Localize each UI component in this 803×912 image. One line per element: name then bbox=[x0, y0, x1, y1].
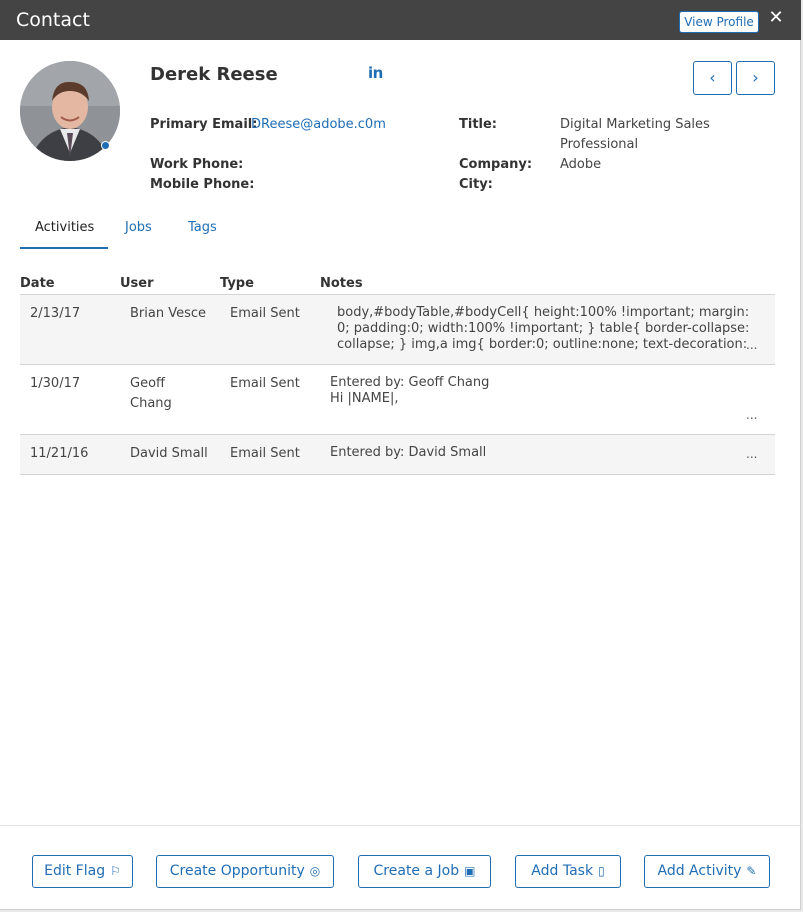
tab-tags[interactable]: Tags bbox=[188, 220, 217, 235]
target-icon: ◎ bbox=[309, 864, 321, 878]
primary-email-label: Primary Email: bbox=[150, 117, 258, 132]
row-notes: Entered by: David Small bbox=[330, 445, 487, 460]
close-icon[interactable]: ✕ bbox=[766, 6, 786, 30]
company-value: Adobe bbox=[560, 157, 602, 172]
row-date: 1/30/17 bbox=[30, 376, 81, 391]
add-task-button[interactable]: Add Task ▯ bbox=[515, 855, 621, 888]
row-user: David Small bbox=[130, 446, 208, 461]
row-user-line1: Geoff bbox=[130, 376, 165, 391]
row-type: Email Sent bbox=[230, 376, 300, 391]
contact-modal: Contact View Profile ✕ Derek Reese in ‹ … bbox=[0, 0, 801, 910]
clipboard-icon: ▯ bbox=[598, 864, 605, 878]
title-value-line2: Professional bbox=[560, 137, 639, 152]
row-notes: body,#bodyTable,#bodyCell{ height:100% !… bbox=[337, 305, 750, 352]
company-label: Company: bbox=[459, 157, 533, 172]
create-job-label: Create a Job bbox=[373, 863, 460, 879]
modal-titlebar: Contact View Profile ✕ bbox=[0, 0, 801, 40]
column-header-type: Type bbox=[220, 276, 254, 291]
tab-activities[interactable]: Activities bbox=[35, 220, 94, 235]
create-job-button[interactable]: Create a Job ▣ bbox=[358, 855, 491, 888]
primary-email-link[interactable]: DReese@adobe.c0m bbox=[251, 117, 386, 132]
create-opportunity-button[interactable]: Create Opportunity ◎ bbox=[156, 855, 334, 888]
row-notes-line1: Entered by: Geoff Chang bbox=[330, 375, 490, 390]
pencil-icon: ✎ bbox=[746, 864, 757, 878]
row-type: Email Sent bbox=[230, 446, 300, 461]
active-tab-indicator bbox=[20, 247, 108, 249]
row-more-button[interactable]: ... bbox=[746, 338, 757, 352]
briefcase-icon: ▣ bbox=[464, 864, 476, 878]
tab-jobs[interactable]: Jobs bbox=[125, 220, 152, 235]
edit-flag-button[interactable]: Edit Flag ⚐ bbox=[32, 855, 133, 888]
mobile-phone-label: Mobile Phone: bbox=[150, 177, 255, 192]
city-label: City: bbox=[459, 177, 493, 192]
row-notes-line2: Hi |NAME|, bbox=[330, 391, 399, 406]
row-date: 11/21/16 bbox=[30, 446, 89, 461]
edit-flag-label: Edit Flag bbox=[44, 863, 106, 879]
table-row[interactable]: 11/21/16 David Small Email Sent Entered … bbox=[20, 435, 775, 475]
previous-contact-button[interactable]: ‹ bbox=[693, 61, 732, 95]
column-header-date: Date bbox=[20, 276, 55, 291]
row-type: Email Sent bbox=[230, 306, 300, 321]
row-more-button[interactable]: ... bbox=[746, 408, 757, 422]
work-phone-label: Work Phone: bbox=[150, 157, 244, 172]
row-more-button[interactable]: ... bbox=[746, 447, 757, 461]
table-row[interactable]: 2/13/17 Brian Vesce Email Sent body,#bod… bbox=[20, 295, 775, 365]
row-user: Brian Vesce bbox=[130, 306, 207, 321]
add-activity-button[interactable]: Add Activity ✎ bbox=[644, 855, 770, 888]
status-dot-icon bbox=[101, 141, 110, 150]
row-date: 2/13/17 bbox=[30, 306, 81, 321]
linkedin-icon[interactable]: in bbox=[368, 64, 383, 82]
modal-title: Contact bbox=[16, 9, 90, 31]
column-header-notes: Notes bbox=[320, 276, 363, 291]
create-opportunity-label: Create Opportunity bbox=[169, 863, 305, 879]
row-user-line2: Chang bbox=[130, 396, 172, 411]
contact-name: Derek Reese bbox=[150, 64, 278, 85]
next-contact-button[interactable]: › bbox=[736, 61, 775, 95]
table-row[interactable]: 1/30/17 Geoff Chang Email Sent Entered b… bbox=[20, 365, 775, 435]
column-header-user: User bbox=[120, 276, 154, 291]
add-activity-label: Add Activity bbox=[657, 863, 742, 879]
view-profile-button[interactable]: View Profile bbox=[679, 11, 759, 33]
flag-icon: ⚐ bbox=[110, 864, 121, 878]
add-task-label: Add Task bbox=[531, 863, 594, 879]
footer-divider bbox=[0, 825, 801, 826]
title-value-line1: Digital Marketing Sales bbox=[560, 117, 710, 132]
title-label: Title: bbox=[459, 117, 498, 132]
